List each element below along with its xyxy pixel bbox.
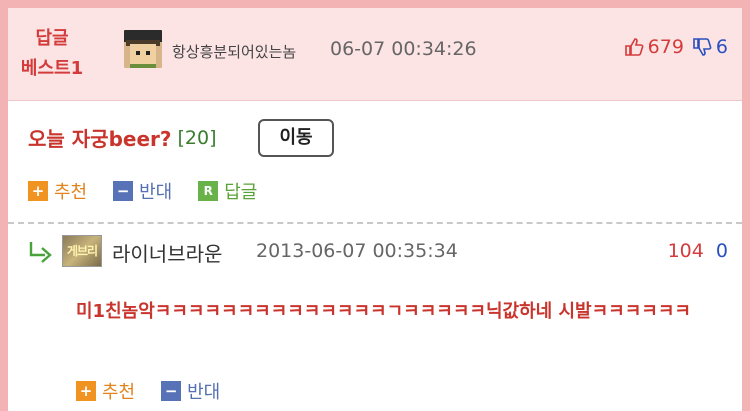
reply-vote-summary: 104 0 xyxy=(668,240,728,262)
best-reply-header: 답글 베스트1 항상흥분되어있는놈 06-07 00:34:26 679 6 xyxy=(8,8,742,101)
minus-icon[interactable]: − xyxy=(113,181,134,201)
reply-datetime: 2013-06-07 00:35:34 xyxy=(256,240,458,262)
reply-actions: + 추천 − 반대 xyxy=(76,378,246,404)
best-label-line2: 베스트1 xyxy=(20,58,84,79)
reply-user-avatar[interactable]: 게브리 xyxy=(62,235,102,267)
move-button[interactable]: 이동 xyxy=(258,119,334,157)
minus-icon[interactable]: − xyxy=(161,381,182,401)
plus-icon[interactable]: + xyxy=(28,181,48,201)
post-title[interactable]: 오늘 자궁beer? xyxy=(28,123,171,152)
reply-oppose-button[interactable]: 반대 xyxy=(187,378,220,404)
post-title-row: 오늘 자궁beer? [20] xyxy=(28,123,217,152)
best-badge: 답글 베스트1 xyxy=(8,24,96,84)
reply-downvote-count: 0 xyxy=(715,240,728,262)
reply-author-nickname[interactable]: 라이너브라운 xyxy=(112,238,222,267)
reply-recommend-button[interactable]: 추천 xyxy=(102,378,135,404)
reply-arrow-icon xyxy=(29,242,52,263)
downvote-count: 6 xyxy=(715,36,728,58)
upvote-count: 679 xyxy=(647,36,684,58)
reply-content: 미1친놈악ㅋㅋㅋㅋㅋㅋㅋㅋㅋㅋㅋㅋㅋㅋㄱㅋㅋㅋㅋㅋ닉값하네 시발ㅋㅋㅋㅋㅋㅋ xyxy=(76,301,691,322)
comment-count: [20] xyxy=(177,126,217,149)
reply-button[interactable]: 답글 xyxy=(224,178,257,204)
best-label-line1: 답글 xyxy=(35,28,69,49)
oppose-button[interactable]: 반대 xyxy=(139,178,172,204)
author-nickname[interactable]: 항상흥분되어있는놈 xyxy=(172,41,296,62)
post-actions: + 추천 − 반대 R 답글 xyxy=(28,178,257,204)
post-datetime: 06-07 00:34:26 xyxy=(330,38,477,60)
plus-icon[interactable]: + xyxy=(76,381,96,401)
thumbs-down-icon xyxy=(693,38,712,56)
recommend-button[interactable]: 추천 xyxy=(54,178,87,204)
reply-upvote-count: 104 xyxy=(667,240,704,262)
reply-r-icon[interactable]: R xyxy=(198,181,219,201)
thumbs-up-icon xyxy=(624,38,644,56)
section-divider xyxy=(8,222,742,224)
user-avatar[interactable] xyxy=(124,30,162,68)
vote-summary: 679 6 xyxy=(624,36,728,58)
